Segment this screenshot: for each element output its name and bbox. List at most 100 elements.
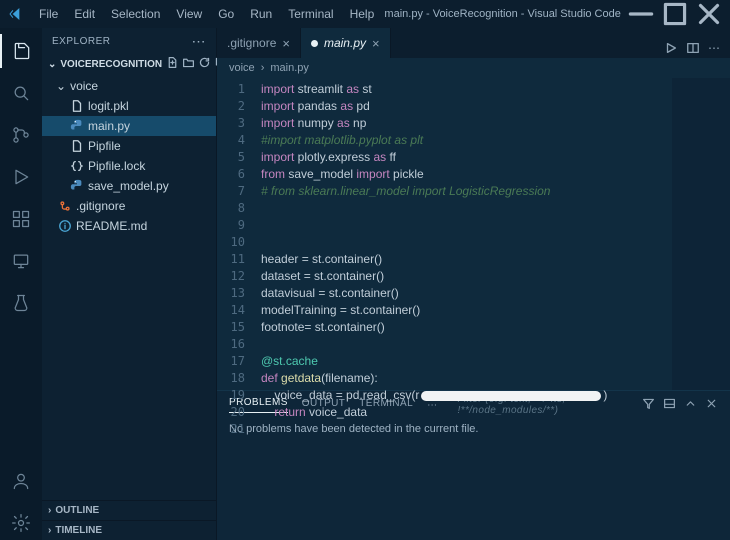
maximize-button[interactable] xyxy=(658,0,692,28)
refresh-icon[interactable] xyxy=(198,56,211,72)
collapsed-section[interactable]: ›OUTLINE xyxy=(42,500,216,520)
menu-file[interactable]: File xyxy=(32,3,65,25)
activity-search[interactable] xyxy=(0,76,42,110)
file-item[interactable]: Pipfile xyxy=(42,136,216,156)
code-line[interactable]: import pandas as pd xyxy=(261,98,672,115)
code-line[interactable]: import streamlit as st xyxy=(261,81,672,98)
file-icon xyxy=(70,159,84,173)
folder-item[interactable]: ⌄ voice xyxy=(42,76,216,96)
file-item[interactable]: logit.pkl xyxy=(42,96,216,116)
code-line[interactable] xyxy=(261,217,672,234)
file-icon xyxy=(58,219,72,233)
chevron-right-icon: › xyxy=(261,62,265,74)
activity-accounts[interactable] xyxy=(0,464,42,498)
code-line[interactable] xyxy=(261,234,672,251)
menu-selection[interactable]: Selection xyxy=(104,3,167,25)
file-item[interactable]: .gitignore xyxy=(42,196,216,216)
editor-tab[interactable]: main.py × xyxy=(301,28,391,58)
vscode-logo-icon xyxy=(8,6,24,22)
file-label: save_model.py xyxy=(88,179,169,193)
explorer-sidebar: EXPLORER ⋯ ⌄ VOICERECOGNITION ⌄ voice lo… xyxy=(42,28,217,540)
breadcrumb-item[interactable]: voice xyxy=(229,62,255,74)
code-line[interactable]: #import matplotlib.pyplot as plt xyxy=(261,132,672,149)
activity-settings[interactable] xyxy=(0,506,42,540)
editor-tab[interactable]: .gitignore × xyxy=(217,28,301,58)
project-section-header[interactable]: ⌄ VOICERECOGNITION xyxy=(42,54,216,74)
chevron-down-icon: ⌄ xyxy=(56,79,66,93)
code-line[interactable]: header = st.container() xyxy=(261,251,672,268)
editor-more-icon[interactable]: ⋯ xyxy=(708,41,720,58)
close-tab-icon[interactable]: × xyxy=(282,36,290,51)
title-bar: FileEditSelectionViewGoRunTerminalHelp m… xyxy=(0,0,730,28)
window-title: main.py - VoiceRecognition - Visual Stud… xyxy=(381,8,624,20)
explorer-header: EXPLORER ⋯ xyxy=(42,28,216,54)
menu-terminal[interactable]: Terminal xyxy=(281,3,340,25)
line-number-gutter: 123456789101112131415161718192021 xyxy=(217,78,253,390)
code-line[interactable]: datavisual = st.container() xyxy=(261,285,672,302)
code-line[interactable]: # from sklearn.linear_model import Logis… xyxy=(261,183,672,200)
file-tree: ⌄ voice logit.pkl main.py Pipfile Pipfile.l… xyxy=(42,74,216,500)
code-line[interactable]: return voice_data xyxy=(261,404,672,421)
new-folder-icon[interactable] xyxy=(182,56,195,72)
code-line[interactable]: voice_data = pd.read_csv(r) xyxy=(261,387,672,404)
main-menu: FileEditSelectionViewGoRunTerminalHelp xyxy=(32,3,381,25)
close-tab-icon[interactable]: × xyxy=(372,36,380,51)
chevron-down-icon: ⌄ xyxy=(48,59,56,70)
code-line[interactable] xyxy=(261,200,672,217)
activity-remote[interactable] xyxy=(0,244,42,278)
project-name: VOICERECOGNITION xyxy=(60,59,162,70)
code-line[interactable] xyxy=(261,336,672,353)
run-file-button[interactable] xyxy=(664,41,678,58)
code-line[interactable]: footnote= st.container() xyxy=(261,319,672,336)
tab-label: .gitignore xyxy=(227,36,276,50)
code-line[interactable]: from save_model import pickle xyxy=(261,166,672,183)
activity-extensions[interactable] xyxy=(0,202,42,236)
activity-run-debug[interactable] xyxy=(0,160,42,194)
explorer-title: EXPLORER xyxy=(52,36,110,47)
file-label: Pipfile xyxy=(88,139,121,153)
code-line[interactable] xyxy=(261,421,672,438)
folder-label: voice xyxy=(70,79,98,93)
file-label: .gitignore xyxy=(76,199,125,213)
minimap[interactable] xyxy=(672,78,730,390)
file-label: README.md xyxy=(76,219,147,233)
editor-tabs: .gitignore × main.py × ⋯ xyxy=(217,28,730,58)
code-line[interactable]: def getdata(filename): xyxy=(261,370,672,387)
file-item[interactable]: save_model.py xyxy=(42,176,216,196)
window-controls xyxy=(624,0,726,28)
activity-source-control[interactable] xyxy=(0,118,42,152)
code-line[interactable]: dataset = st.container() xyxy=(261,268,672,285)
chevron-right-icon: › xyxy=(48,505,51,516)
file-label: logit.pkl xyxy=(88,99,129,113)
activity-testing[interactable] xyxy=(0,286,42,320)
menu-run[interactable]: Run xyxy=(243,3,279,25)
split-editor-button[interactable] xyxy=(686,41,700,58)
code-line[interactable]: @st.cache xyxy=(261,353,672,370)
menu-view[interactable]: View xyxy=(169,3,209,25)
close-panel-icon[interactable] xyxy=(705,397,718,413)
file-item[interactable]: README.md xyxy=(42,216,216,236)
file-icon xyxy=(70,119,84,133)
maximize-panel-icon[interactable] xyxy=(684,397,697,413)
code-line[interactable]: modelTraining = st.container() xyxy=(261,302,672,319)
explorer-more-icon[interactable]: ⋯ xyxy=(192,33,207,50)
close-button[interactable] xyxy=(692,0,726,28)
file-item[interactable]: main.py xyxy=(42,116,216,136)
new-file-icon[interactable] xyxy=(166,56,179,72)
breadcrumb[interactable]: voice › main.py xyxy=(217,58,730,78)
file-icon xyxy=(70,139,84,153)
file-item[interactable]: Pipfile.lock xyxy=(42,156,216,176)
menu-help[interactable]: Help xyxy=(343,3,382,25)
tab-label: main.py xyxy=(324,36,366,50)
minimize-button[interactable] xyxy=(624,0,658,28)
code-line[interactable]: import numpy as np xyxy=(261,115,672,132)
code-editor[interactable]: import streamlit as stimport pandas as p… xyxy=(253,78,672,390)
activity-explorer[interactable] xyxy=(0,34,42,68)
code-line[interactable]: import plotly.express as ff xyxy=(261,149,672,166)
breadcrumb-item[interactable]: main.py xyxy=(270,62,309,74)
file-label: main.py xyxy=(88,119,130,133)
file-icon xyxy=(70,179,84,193)
collapsed-section[interactable]: ›TIMELINE xyxy=(42,520,216,540)
menu-edit[interactable]: Edit xyxy=(67,3,102,25)
menu-go[interactable]: Go xyxy=(211,3,241,25)
